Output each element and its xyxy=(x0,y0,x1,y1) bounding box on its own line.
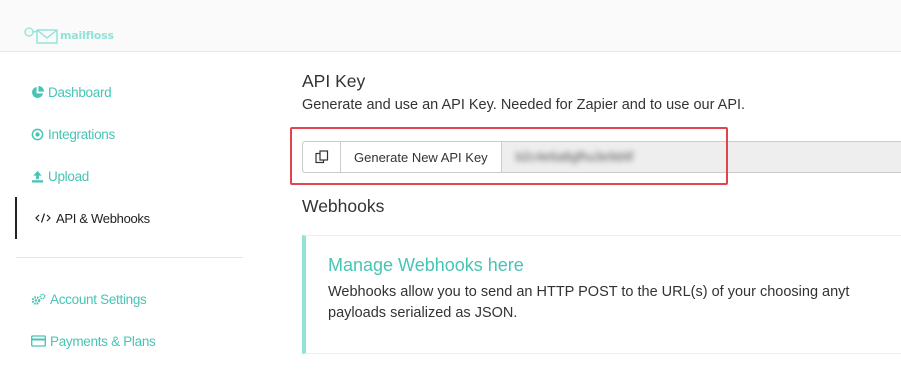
generate-api-key-button[interactable]: Generate New API Key xyxy=(341,142,502,172)
sidebar-item-label: Integrations xyxy=(48,126,115,142)
sidebar-item-integrations[interactable]: Integrations xyxy=(30,122,115,146)
sidebar-item-dashboard[interactable]: Dashboard xyxy=(30,80,112,104)
credit-card-icon xyxy=(30,334,46,348)
upload-icon xyxy=(30,169,44,183)
envelope-logo-icon xyxy=(24,27,58,44)
manage-webhooks-link[interactable]: Manage Webhooks here xyxy=(328,255,524,276)
api-key-description: Generate and use an API Key. Needed for … xyxy=(302,97,746,113)
sidebar-item-label: Payments & Plans xyxy=(50,333,156,349)
api-key-input-group: Generate New API Key b2c4e6a8gfhu3e9d4f xyxy=(302,141,901,173)
api-key-title: API Key xyxy=(302,71,366,91)
webhooks-callout: Manage Webhooks here Webhooks allow you … xyxy=(302,235,901,354)
copy-icon xyxy=(314,150,328,164)
webhooks-title: Webhooks xyxy=(302,196,385,216)
cogs-icon xyxy=(30,292,46,306)
active-indicator xyxy=(15,197,17,239)
copy-button[interactable] xyxy=(303,142,341,172)
code-icon xyxy=(34,211,52,225)
sidebar-item-label: Account Settings xyxy=(50,291,147,307)
sidebar-item-label: API & Webhooks xyxy=(56,210,150,226)
sidebar-item-label: Dashboard xyxy=(48,84,112,100)
dot-circle-icon xyxy=(30,127,44,141)
pie-chart-icon xyxy=(30,85,44,99)
sidebar-item-payments-plans[interactable]: Payments & Plans xyxy=(30,329,156,353)
api-key-field[interactable]: b2c4e6a8gfhu3e9d4f xyxy=(501,142,901,172)
webhooks-description: Webhooks allow you to send an HTTP POST … xyxy=(328,282,849,324)
mailfloss-logo[interactable]: mailfloss xyxy=(24,26,114,44)
sidebar: Dashboard Integrations Upload API & Webh… xyxy=(0,52,260,375)
sidebar-divider xyxy=(16,257,243,258)
top-header: mailfloss xyxy=(0,0,901,52)
sidebar-item-upload[interactable]: Upload xyxy=(30,164,89,188)
webhooks-description-line: Webhooks allow you to send an HTTP POST … xyxy=(328,284,850,300)
api-key-value: b2c4e6a8gfhu3e9d4f xyxy=(515,150,634,164)
webhooks-description-line: payloads serialized as JSON. xyxy=(328,305,518,321)
sidebar-item-label: Upload xyxy=(48,168,89,184)
logo-text: mailfloss xyxy=(60,28,114,42)
sidebar-item-api-webhooks[interactable]: API & Webhooks xyxy=(34,206,150,230)
sidebar-item-account-settings[interactable]: Account Settings xyxy=(30,287,147,311)
